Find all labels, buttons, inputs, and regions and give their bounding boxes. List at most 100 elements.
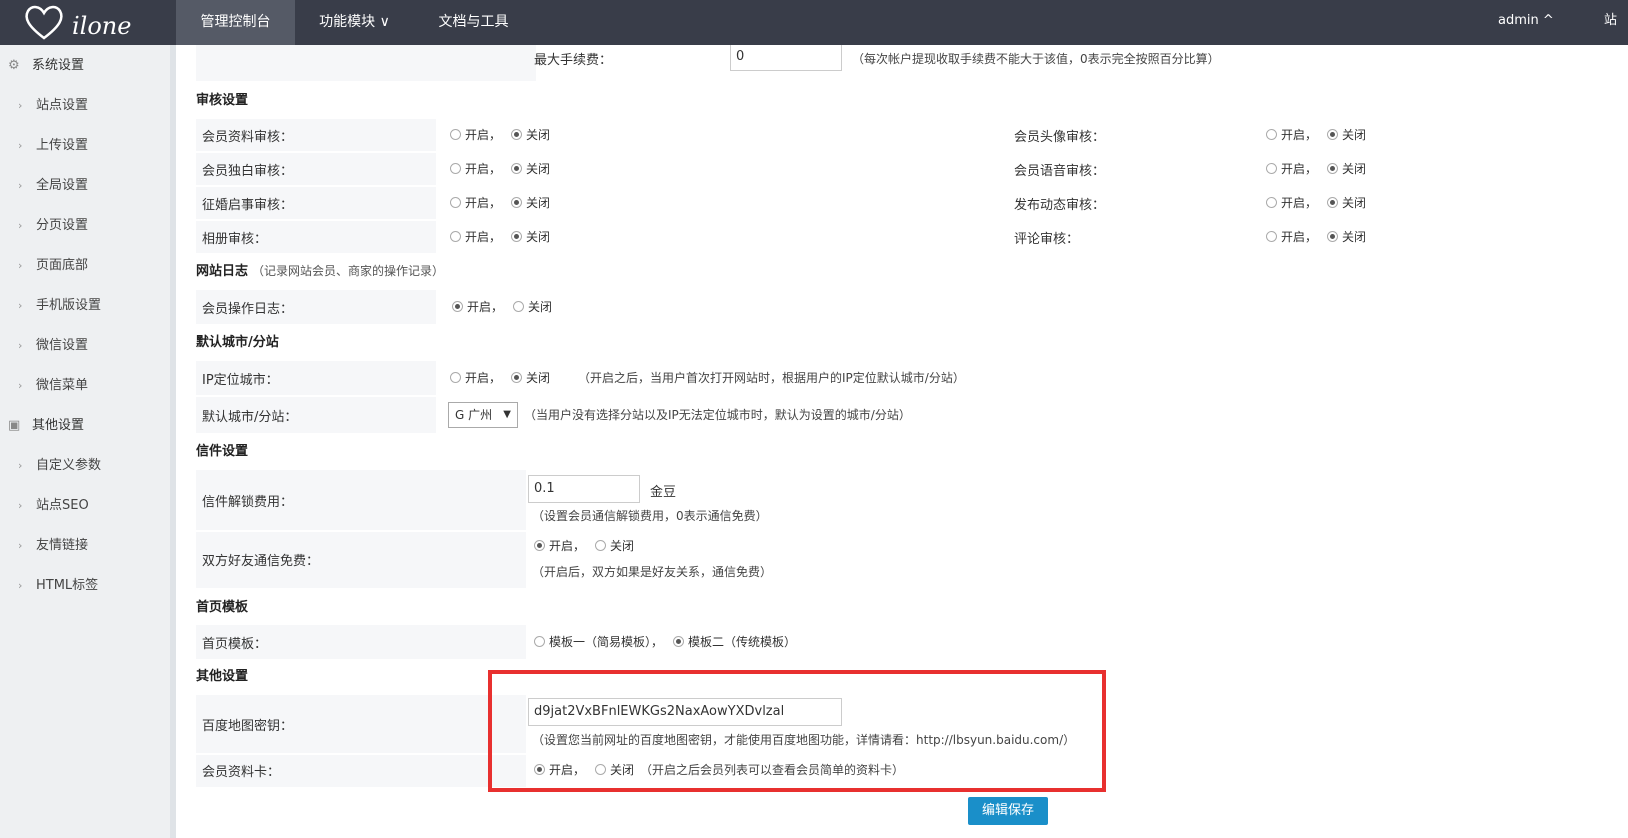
letter-fee-unit: 金豆 [650,485,677,500]
friend-free-radios[interactable]: 开启， 关闭 [534,537,634,554]
sidebar-item-site[interactable]: › 站点设置 [18,94,88,118]
highlight-box [488,670,1106,792]
logo[interactable]: ilone [22,2,162,42]
sidebar-item-upload[interactable]: › 上传设置 [18,134,88,158]
main-content: 最大手续费： 0 （每次帐户提现收取手续费不能大于该值，0表示完全按照百分比算）… [182,45,1628,838]
gear-icon: ⚙ [8,58,20,73]
chevron-right-icon: › [18,179,23,192]
dropdown-arrow-icon: ▼ [503,409,511,420]
audit-monologue-label: 会员独白审核： [202,164,294,179]
radio-off[interactable] [513,301,525,312]
audit-marriage-radios[interactable]: 开启， 关闭 [450,194,550,211]
log-label: 会员操作日志： [202,302,294,317]
audit-album-label: 相册审核： [202,232,268,247]
sidebar-item-links[interactable]: › 友情链接 [18,534,88,558]
ip-city-hint: （开启之后，当用户首次打开网站时，根据用户的IP定位默认城市/分站） [578,371,965,385]
sidebar-item-wechat-menu[interactable]: › 微信菜单 [18,374,88,398]
chevron-right-icon: › [18,339,23,352]
sidebar-item-custom-params[interactable]: › 自定义参数 [18,454,101,478]
member-card-label: 会员资料卡： [202,765,281,780]
default-city-select[interactable]: G 广州 ▼ [448,402,518,428]
cube-icon: ▣ [8,418,21,433]
section-log-note: （记录网站会员、商家的操作记录） [252,264,445,278]
nav-docs-tools[interactable]: 文档与工具 [414,0,533,45]
audit-avatar-radios[interactable]: 开启， 关闭 [1266,126,1366,143]
audit-album-radios[interactable]: 开启， 关闭 [450,228,550,245]
sidebar-item-global[interactable]: › 全局设置 [18,174,88,198]
default-city-label: 默认城市/分站： [202,410,298,425]
radio-on[interactable] [450,163,461,174]
radio-off[interactable] [511,197,523,208]
radio-on[interactable] [1266,231,1277,242]
radio-off[interactable] [511,231,523,242]
max-fee-label: 最大手续费： [534,53,613,68]
radio-on[interactable] [450,231,461,242]
row-bg [196,45,536,81]
chevron-right-icon: › [18,99,23,112]
map-key-label: 百度地图密钥： [202,719,294,734]
radio-off[interactable] [1327,163,1339,174]
chevron-right-icon: › [18,139,23,152]
letter-fee-input[interactable]: 0.1 [528,475,640,503]
audit-voice-label: 会员语音审核： [1014,164,1106,179]
chevron-right-icon: › [18,219,23,232]
ip-city-radios[interactable]: 开启， 关闭 [450,369,550,386]
radio-on[interactable] [1266,129,1277,140]
radio-template1[interactable] [534,636,545,647]
radio-on[interactable] [450,129,461,140]
default-city-hint: （当用户没有选择分站以及IP无法定位城市时，默认为设置的城市/分站） [524,408,911,422]
chevron-right-icon: › [18,379,23,392]
radio-on[interactable] [534,540,545,551]
audit-profile-label: 会员资料审核： [202,130,294,145]
top-bar: ilone 管理控制台 功能模块 ∨ 文档与工具 admin ^ 站内 [0,0,1628,70]
radio-on[interactable] [1266,163,1277,174]
log-radios[interactable]: 开启， 关闭 [452,298,552,315]
sidebar-item-paging[interactable]: › 分页设置 [18,214,88,238]
audit-comment-label: 评论审核： [1014,232,1080,247]
sidebar-group-other[interactable]: ▣ 其他设置 [8,414,84,438]
friend-free-label: 双方好友通信免费： [202,554,320,569]
audit-comment-radios[interactable]: 开启， 关闭 [1266,228,1366,245]
sidebar-item-mobile[interactable]: › 手机版设置 [18,294,101,318]
radio-on[interactable] [450,197,461,208]
save-button[interactable]: 编辑保存 [968,797,1048,825]
template-label: 首页模板： [202,637,268,652]
sidebar-group-system[interactable]: ⚙ 系统设置 [8,54,84,78]
chevron-right-icon: › [18,259,23,272]
radio-off[interactable] [1327,231,1339,242]
sidebar: ⚙ 系统设置 › 站点设置 › 上传设置 › 全局设置 › 分页设置 › 页面底部 › 手机版… [0,45,176,838]
sidebar-item-seo[interactable]: › 站点SEO [18,494,89,518]
nav-console[interactable]: 管理控制台 [176,0,295,45]
audit-monologue-radios[interactable]: 开启， 关闭 [450,160,550,177]
audit-voice-radios[interactable]: 开启， 关闭 [1266,160,1366,177]
audit-profile-radios[interactable]: 开启， 关闭 [450,126,550,143]
radio-on[interactable] [450,372,461,383]
heart-logo-icon [25,5,63,40]
sidebar-item-footer[interactable]: › 页面底部 [18,254,88,278]
radio-off[interactable] [511,163,523,174]
radio-on[interactable] [452,301,463,312]
radio-off[interactable] [1327,197,1339,208]
user-menu[interactable]: admin ^ [1498,0,1554,42]
radio-off[interactable] [1327,129,1339,140]
nav-modules[interactable]: 功能模块 ∨ [295,0,414,45]
ip-city-label: IP定位城市： [202,373,279,388]
section-other-title: 其他设置 [196,669,249,684]
radio-template2[interactable] [673,636,685,647]
max-fee-input[interactable]: 0 [730,45,842,71]
audit-dynamic-label: 发布动态审核： [1014,198,1106,213]
chevron-right-icon: › [18,499,23,512]
chevron-right-icon: › [18,299,23,312]
audit-dynamic-radios[interactable]: 开启， 关闭 [1266,194,1366,211]
section-city-title: 默认城市/分站 [196,335,279,350]
sidebar-item-html-tags[interactable]: › HTML标签 [18,574,98,598]
template-radios[interactable]: 模板一（简易模板）， 模板二（传统模板） [534,633,796,650]
radio-off[interactable] [511,129,523,140]
sidebar-item-wechat[interactable]: › 微信设置 [18,334,88,358]
chevron-right-icon: › [18,579,23,592]
radio-on[interactable] [1266,197,1277,208]
radio-off[interactable] [595,540,607,551]
section-letter-title: 信件设置 [196,444,249,459]
chevron-right-icon: › [18,459,23,472]
radio-off[interactable] [511,372,523,383]
